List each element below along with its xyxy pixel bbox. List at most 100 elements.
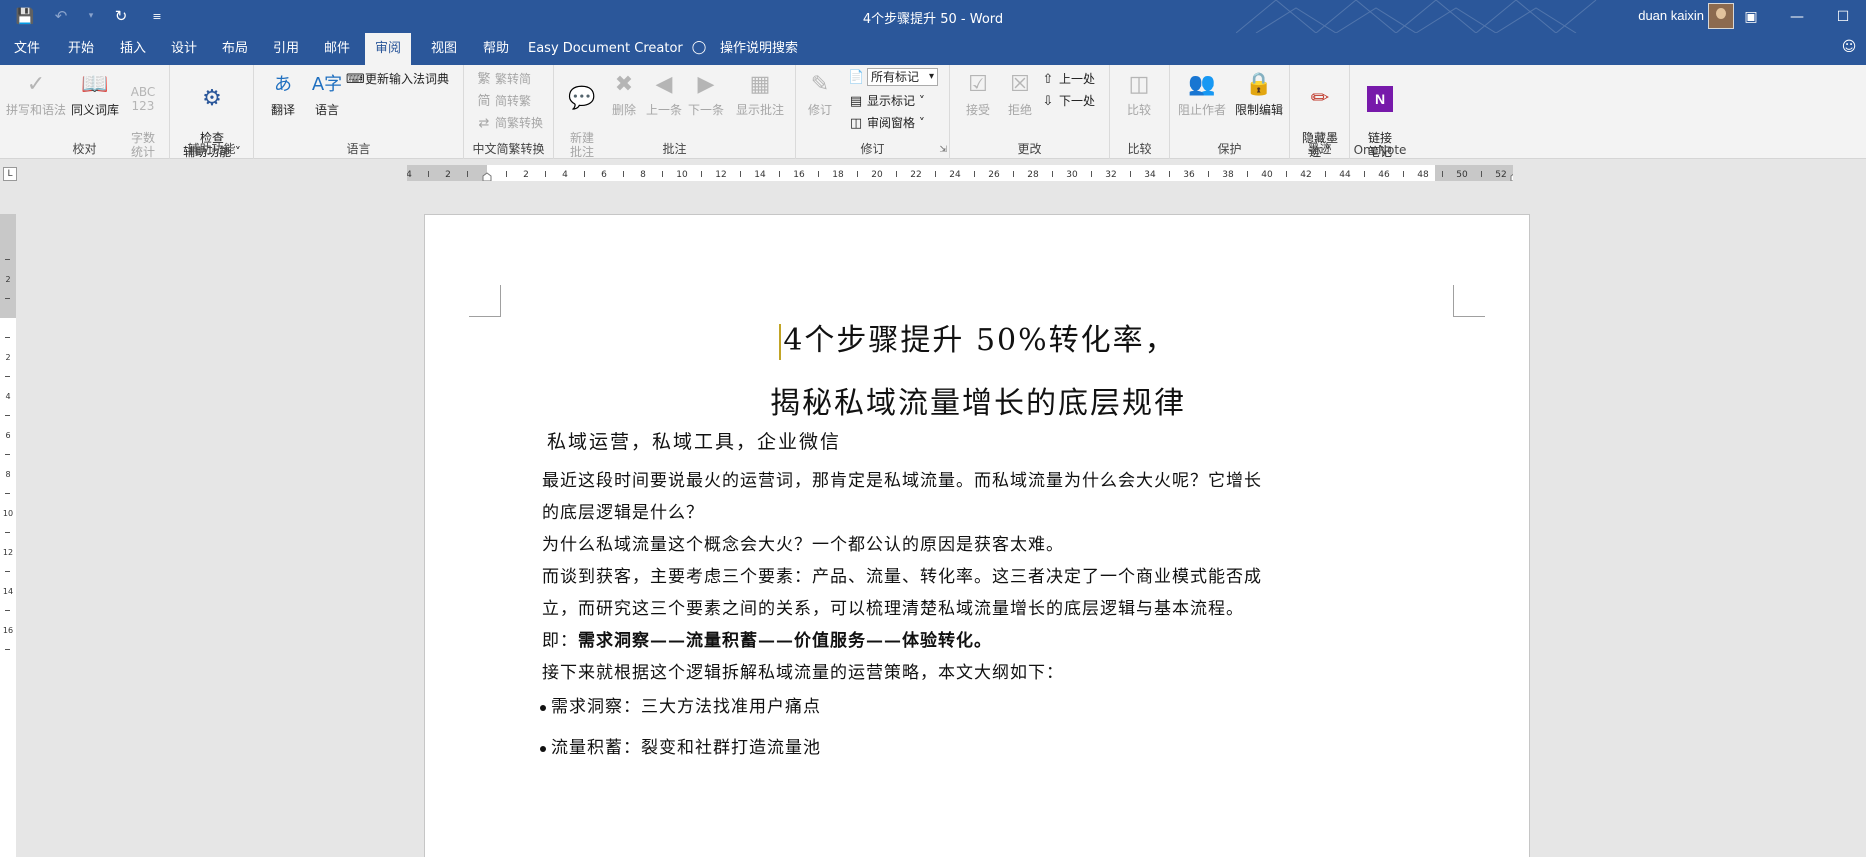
maximize-icon[interactable]: ☐: [1820, 0, 1866, 33]
tab-selector[interactable]: L: [3, 167, 17, 181]
doc-paragraph-1b[interactable]: 的底层逻辑是什么？: [542, 498, 1332, 523]
tab-mailings[interactable]: 邮件: [314, 33, 360, 65]
doc-paragraph-1a[interactable]: 最近这段时间要说最火的运营词，那肯定是私域流量。而私域流量为什么会大火呢？它增长: [542, 466, 1332, 491]
tab-references[interactable]: 引用: [263, 33, 309, 65]
accept-icon: ☑: [968, 72, 988, 97]
reject-button[interactable]: ☒ 拒绝: [998, 69, 1042, 118]
doc-title-line-1-text: 4个步骤提升 50%转化率，: [783, 323, 1177, 358]
lightbulb-icon[interactable]: ◯: [690, 40, 708, 58]
compare-icon: ◫: [1128, 72, 1150, 97]
doc-paragraph-3a[interactable]: 而谈到获客，主要考虑三个要素：产品、流量、转化率。这三者决定了一个商业模式能否成: [542, 562, 1332, 587]
user-name[interactable]: duan kaixin: [1638, 8, 1704, 23]
group-changes: ☑ 接受 ☒ 拒绝 ⇧ 上一处 ⇩ 下一处 更改: [950, 65, 1110, 159]
word-count-icon: ABC 123: [130, 85, 156, 113]
ruler-number: 4: [407, 170, 412, 180]
reject-label: 拒绝: [1007, 103, 1032, 117]
compare-button[interactable]: ◫ 比较: [1116, 69, 1162, 118]
group-label-compare: 比较: [1127, 142, 1152, 156]
next-change-button[interactable]: ⇩ 下一处: [1040, 91, 1095, 111]
ruler-number: 2: [5, 275, 10, 284]
thesaurus-label: 同义词库: [70, 103, 119, 117]
spelling-check-icon: ✓: [26, 72, 46, 97]
tab-easy-document-creator[interactable]: Easy Document Creator: [518, 33, 693, 65]
ruler-number: 8: [5, 470, 10, 479]
doc-keywords[interactable]: 私域运营，私域工具，企业微信: [547, 427, 1337, 454]
tab-review[interactable]: 审阅: [365, 33, 412, 65]
accept-button[interactable]: ☑ 接受: [956, 69, 1000, 118]
tab-insert[interactable]: 插入: [110, 33, 156, 65]
ruler-number: 52: [1495, 170, 1506, 180]
doc-title-line-2[interactable]: 揭秘私域流量增长的底层规律: [425, 378, 1531, 422]
horizontal-ruler[interactable]: 4 2 2 4 6 8 10 12 14 16 18 20 22 24 26 28 30 32 34 36 38 40 42…: [407, 165, 1513, 181]
markup-select[interactable]: 📄 所有标记: [848, 67, 939, 87]
ruler-number: 38: [1222, 170, 1234, 180]
show-comments-button[interactable]: ▦ 显示批注: [730, 69, 790, 118]
delete-comment-button[interactable]: ✖ 删除: [602, 69, 646, 118]
doc-bullet-2-text: 流量积蓄：裂变和社群打造流量池: [551, 738, 821, 758]
review-pane-label: 审阅窗格 ˅: [867, 116, 925, 130]
doc-paragraph-5[interactable]: 接下来就根据这个逻辑拆解私域流量的运营策略，本文大纲如下：: [542, 658, 1332, 683]
share-icon[interactable]: ☺: [1840, 39, 1858, 57]
previous-comment-button[interactable]: ◀ 上一条: [642, 69, 686, 118]
ribbon-display-options-icon[interactable]: ▣: [1728, 0, 1774, 33]
restrict-editing-label: 限制编辑: [1234, 103, 1283, 117]
block-authors-button[interactable]: 👥 阻止作者: [1174, 69, 1230, 118]
language-button[interactable]: A字 语言: [304, 69, 350, 118]
convert-button[interactable]: ⇄ 简繁转换: [476, 113, 543, 133]
ruler-number: 40: [1261, 170, 1273, 180]
doc-title-line-1[interactable]: 4个步骤提升 50%转化率，: [425, 315, 1531, 360]
translate-button[interactable]: あ 翻译: [260, 69, 306, 118]
doc-paragraph-4[interactable]: 即：需求洞察——流量积蓄——价值服务——体验转化。: [542, 626, 1332, 651]
tab-view[interactable]: 视图: [421, 33, 467, 65]
group-proofing: ✓ 拼写和语法 📖 同义词库 ABC 123 字数 统计 校对: [0, 65, 170, 159]
ruler-number: 48: [1417, 170, 1429, 180]
simp-to-trad-button[interactable]: 简简转繁: [476, 91, 531, 111]
ruler-number: 20: [871, 170, 883, 180]
doc-paragraph-3b[interactable]: 立，而研究这三个要素之间的关系，可以梳理清楚私域流量增长的底层逻辑与基本流程。: [542, 594, 1332, 619]
next-change-label: 下一处: [1059, 94, 1096, 108]
group-label-changes: 更改: [1017, 142, 1042, 156]
trad-to-simp-button[interactable]: 繁繁转简: [476, 69, 531, 89]
document-page[interactable]: 4个步骤提升 50%转化率， 揭秘私域流量增长的底层规律 私域运营，私域工具，企…: [424, 214, 1530, 857]
review-pane-icon: ◫: [849, 116, 863, 131]
track-changes-icon: ✎: [810, 72, 830, 97]
previous-change-button[interactable]: ⇧ 上一处: [1040, 69, 1095, 89]
tab-design[interactable]: 设计: [161, 33, 207, 65]
title-bar: 💾 ↶ ▾ ↻ ≡ 4个步骤提升 50 - Word duan kaixin ▣…: [0, 0, 1866, 33]
review-pane-button[interactable]: ◫ 审阅窗格 ˅: [848, 113, 925, 133]
bullet-dot: [540, 745, 546, 752]
tab-file[interactable]: 文件: [0, 33, 54, 65]
ruler-number: 32: [1105, 170, 1116, 180]
spelling-grammar-button[interactable]: ✓ 拼写和语法: [4, 69, 68, 118]
show-markup-button[interactable]: ▤ 显示标记 ˅: [848, 91, 925, 111]
tab-layout[interactable]: 布局: [212, 33, 258, 65]
doc-bullet-1[interactable]: 需求洞察：三大方法找准用户痛点: [540, 692, 821, 717]
markup-select-value[interactable]: 所有标记: [867, 68, 939, 86]
restrict-editing-lock-icon: 🔒: [1245, 72, 1273, 97]
delete-comment-icon: ✖: [614, 72, 634, 97]
update-ime-dictionary-button[interactable]: ⌨更新输入法词典: [346, 69, 449, 89]
document-canvas[interactable]: 4个步骤提升 50%转化率， 揭秘私域流量增长的底层规律 私域运营，私域工具，企…: [16, 186, 1866, 857]
minimize-icon[interactable]: —: [1774, 0, 1820, 33]
tab-home[interactable]: 开始: [58, 33, 104, 65]
thesaurus-button[interactable]: 📖 同义词库: [68, 69, 122, 118]
ruler-number: 2: [445, 170, 451, 180]
track-changes-button[interactable]: ✎ 修订: [800, 69, 840, 118]
next-comment-button[interactable]: ▶ 下一条: [684, 69, 728, 118]
tab-help[interactable]: 帮助: [473, 33, 519, 65]
group-tracking: ✎ 修订 📄所有标记 ▤显示标记 ˅ ◫审阅窗格 ˅ ⇲ 修订: [796, 65, 950, 159]
indent-marker[interactable]: [482, 172, 492, 181]
convert-icon: ⇄: [478, 116, 490, 131]
doc-paragraph-2[interactable]: 为什么私域流量这个概念会大火？一个都公认的原因是获客太难。: [542, 530, 1332, 555]
restrict-editing-button[interactable]: 🔒 限制编辑: [1230, 69, 1288, 118]
indent-marker[interactable]: [1510, 173, 1513, 181]
language-icon: A字: [311, 74, 343, 95]
translate-label: 翻译: [270, 103, 295, 117]
vertical-ruler[interactable]: 2 2 4 6 8 10 12 14 16: [0, 214, 16, 857]
doc-bullet-2[interactable]: 流量积蓄：裂变和社群打造流量池: [540, 733, 821, 758]
tell-me-search[interactable]: 操作说明搜索: [710, 33, 808, 65]
group-ink: ✏ 隐藏墨 迹 ˅ 墨迹: [1290, 65, 1350, 159]
group-label-accessibility: 辅助功能: [187, 142, 236, 156]
ruler-number: 24: [949, 170, 961, 180]
group-label-onenote: OneNote: [1353, 143, 1407, 157]
